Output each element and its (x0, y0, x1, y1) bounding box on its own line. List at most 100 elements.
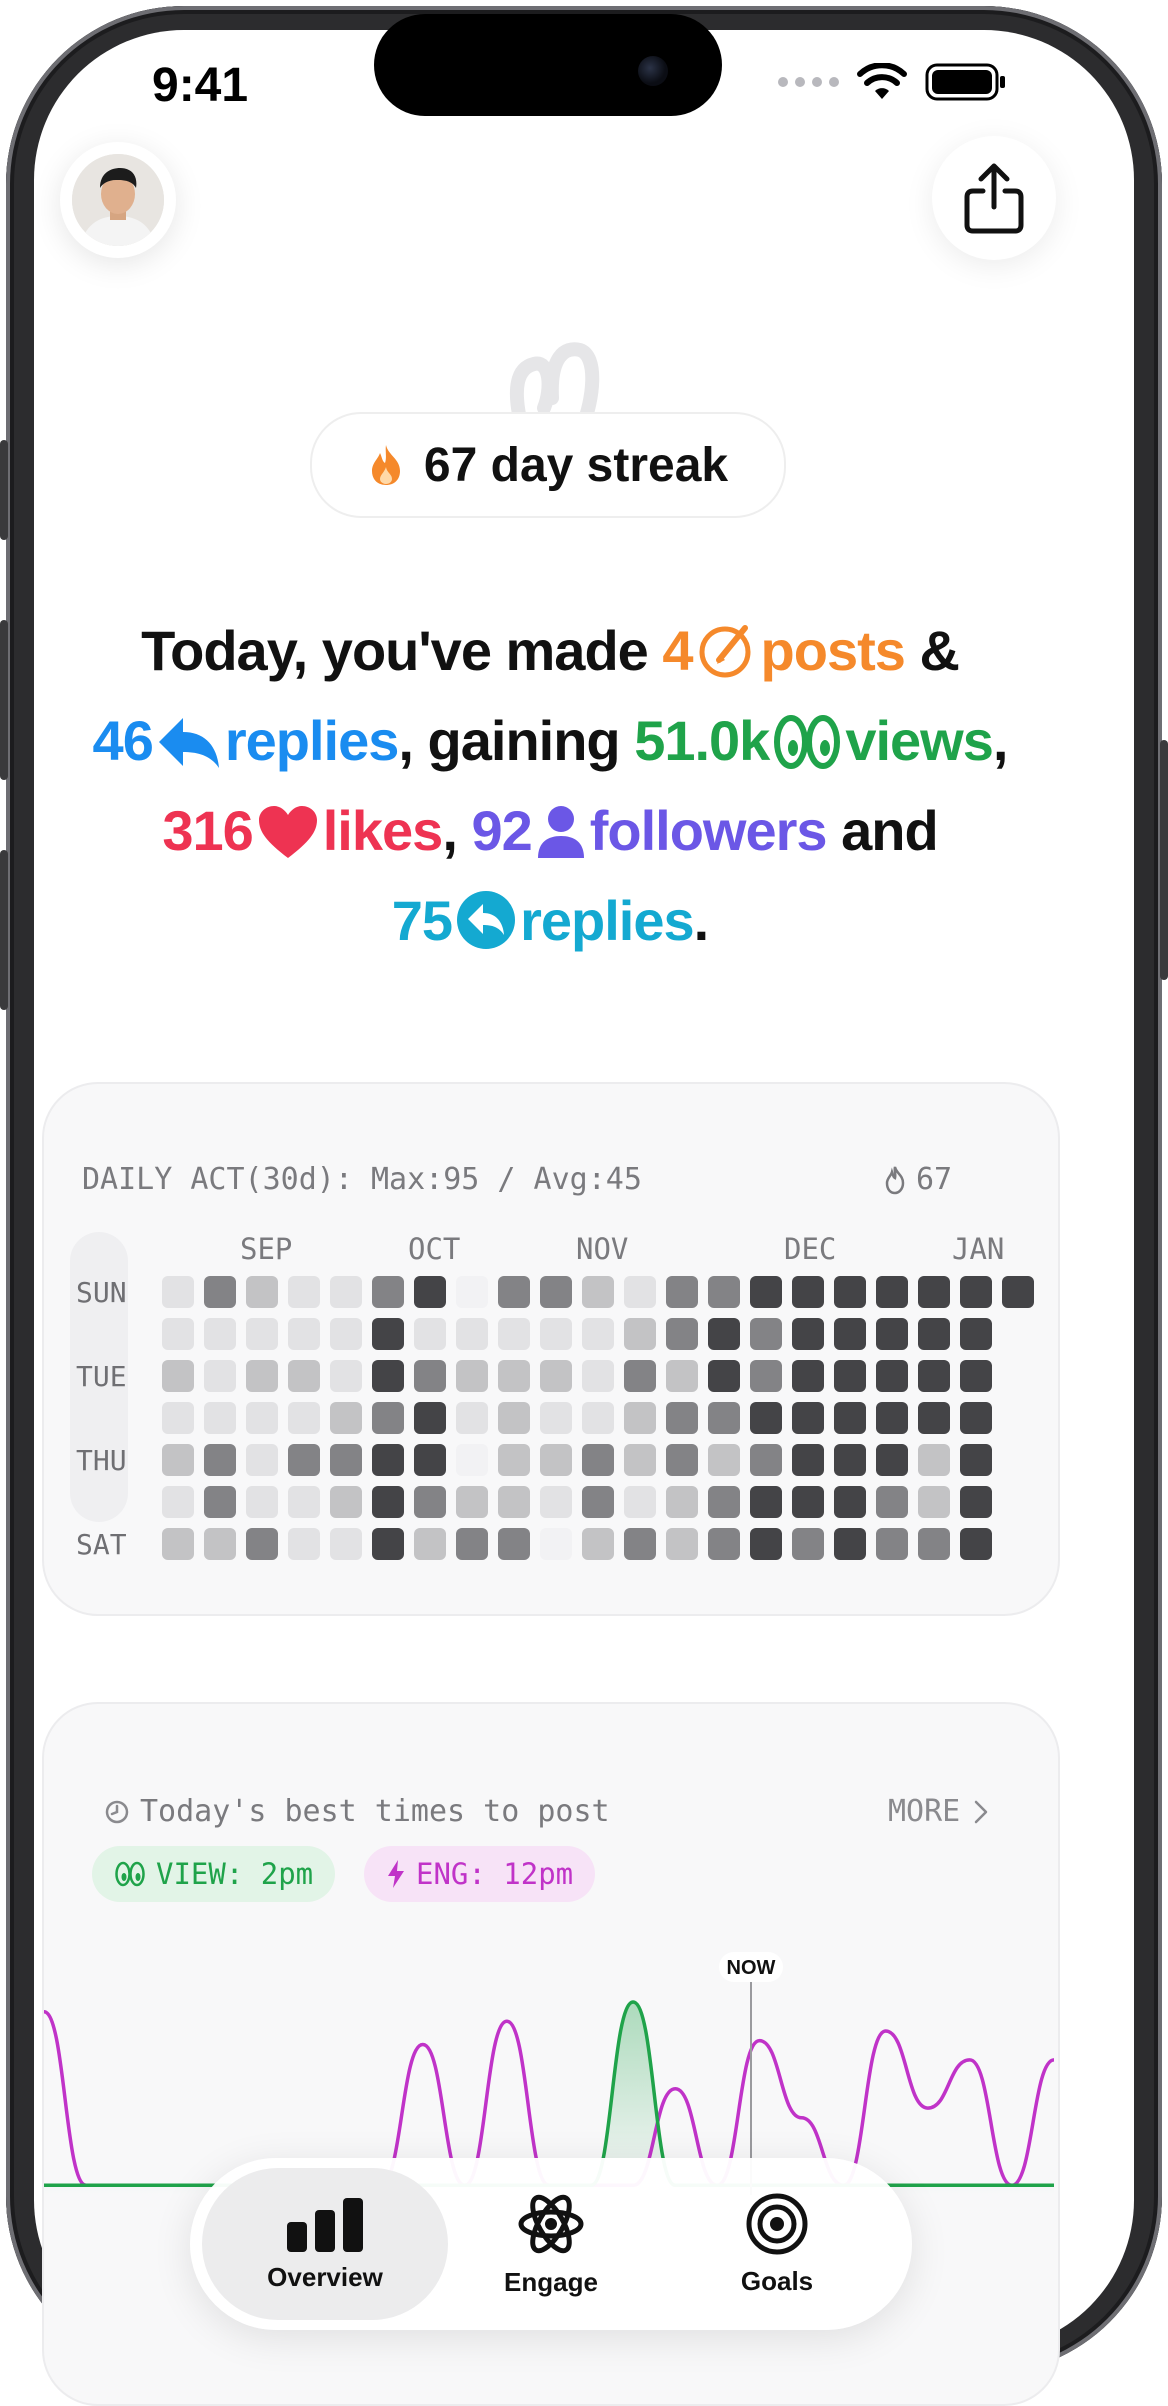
heatmap-cell (456, 1486, 488, 1518)
heatmap-cell (498, 1276, 530, 1308)
heatmap-cell (330, 1276, 362, 1308)
heatmap-cell (288, 1276, 320, 1308)
heatmap-cell (960, 1528, 992, 1560)
heatmap-cell (876, 1360, 908, 1392)
heatmap-cell (792, 1318, 824, 1350)
heatmap-cell (876, 1402, 908, 1434)
heatmap-cell (750, 1486, 782, 1518)
engagement-time-badge[interactable]: ENG: 12pm (364, 1846, 596, 1902)
now-label: NOW (727, 1957, 776, 1979)
heatmap-cell (372, 1402, 404, 1434)
heatmap-cell (876, 1318, 908, 1350)
flame-outline-icon (885, 1166, 905, 1194)
more-link[interactable]: MORE (888, 1794, 988, 1829)
heatmap-cell (708, 1360, 740, 1392)
heatmap-cell (918, 1318, 950, 1350)
heatmap-cell (792, 1402, 824, 1434)
heatmap-cell (708, 1444, 740, 1476)
heatmap-cell (540, 1360, 572, 1392)
heatmap-cell (288, 1402, 320, 1434)
heatmap-cell (414, 1360, 446, 1392)
likes-label: likes (322, 799, 444, 862)
profile-avatar[interactable] (60, 142, 176, 258)
share-button[interactable] (932, 136, 1056, 260)
heatmap-cell (498, 1402, 530, 1434)
target-icon (746, 2193, 808, 2254)
month-label-sep: SEP (240, 1232, 293, 1266)
heatmap-cell (162, 1402, 194, 1434)
activity-summary: Today, you've made 4 posts & 46 replies, g… (92, 619, 1009, 952)
bolt-icon (388, 1860, 404, 1888)
heatmap-cell (582, 1402, 614, 1434)
heatmap-cell (666, 1276, 698, 1308)
tab-overview[interactable]: Overview (202, 2168, 448, 2320)
views-label: views (845, 709, 994, 772)
heatmap-cell (708, 1402, 740, 1434)
view-time-badge[interactable]: VIEW: 2pm (92, 1846, 336, 1902)
best-times-title: Today's best times to post (140, 1794, 610, 1829)
posts-count: 4 (662, 619, 693, 682)
best-times-header: Today's best times to post (104, 1794, 610, 1829)
heatmap-cell (288, 1528, 320, 1560)
heatmap-cell (708, 1528, 740, 1560)
day-label-thu: THU (76, 1444, 127, 1477)
replies-count: 46 (92, 709, 154, 772)
heatmap-cell (372, 1444, 404, 1476)
front-camera (638, 56, 668, 86)
heatmap-cell (498, 1444, 530, 1476)
heatmap-cell (456, 1360, 488, 1392)
heatmap-cell (456, 1402, 488, 1434)
reply-icon (158, 718, 219, 768)
heatmap-cell (834, 1528, 866, 1560)
day-label-sat: SAT (76, 1528, 127, 1561)
heatmap-cell (582, 1276, 614, 1308)
heatmap-cell (540, 1528, 572, 1560)
heatmap-cell (498, 1360, 530, 1392)
heatmap-cell (792, 1276, 824, 1308)
heatmap-cell (456, 1318, 488, 1350)
heatmap-cell (750, 1360, 782, 1392)
heatmap-cell (204, 1402, 236, 1434)
heatmap-cell (414, 1486, 446, 1518)
tab-goals[interactable]: Goals (654, 2168, 900, 2320)
heatmap-cell (204, 1528, 236, 1560)
heatmap-cell (246, 1444, 278, 1476)
heatmap-cell (918, 1360, 950, 1392)
heatmap-cell (204, 1276, 236, 1308)
heatmap-cell (246, 1360, 278, 1392)
action-button (0, 440, 8, 540)
tab-goals-label: Goals (740, 2265, 814, 2296)
heatmap-cell (372, 1360, 404, 1392)
reply-circle-icon (457, 891, 516, 949)
heatmap-cell (372, 1486, 404, 1518)
summary-intro: Today, you've made (141, 619, 649, 682)
clock-icon (105, 1800, 129, 1823)
signal-icon (778, 77, 839, 87)
activity-streak-count: 67 (916, 1162, 953, 1197)
heatmap-cell (414, 1276, 446, 1308)
streak-pill[interactable]: 67 day streak (310, 412, 786, 518)
heatmap-cell (834, 1486, 866, 1518)
heatmap-cell (330, 1318, 362, 1350)
heatmap-cell (498, 1528, 530, 1560)
tab-overview-label: Overview (267, 2261, 383, 2292)
heatmap-cell (834, 1318, 866, 1350)
heatmap-cell (624, 1444, 656, 1476)
heatmap-cell (288, 1360, 320, 1392)
heatmap-cell (960, 1276, 992, 1308)
heatmap-cell (708, 1318, 740, 1350)
eyes-icon (774, 715, 841, 769)
heatmap-cell (624, 1318, 656, 1350)
activity-streak: 67 (884, 1162, 952, 1197)
heatmap-cell (750, 1444, 782, 1476)
heatmap-cell (456, 1276, 488, 1308)
heatmap-cell (540, 1318, 572, 1350)
likes-count: 316 (162, 799, 253, 862)
heatmap-cell (414, 1528, 446, 1560)
heatmap-cell (960, 1318, 992, 1350)
avatar-photo (72, 154, 164, 246)
heatmap-cell (246, 1318, 278, 1350)
heatmap-cell (582, 1528, 614, 1560)
received-replies-label: replies (520, 889, 695, 952)
tab-engage[interactable]: Engage (428, 2168, 674, 2320)
